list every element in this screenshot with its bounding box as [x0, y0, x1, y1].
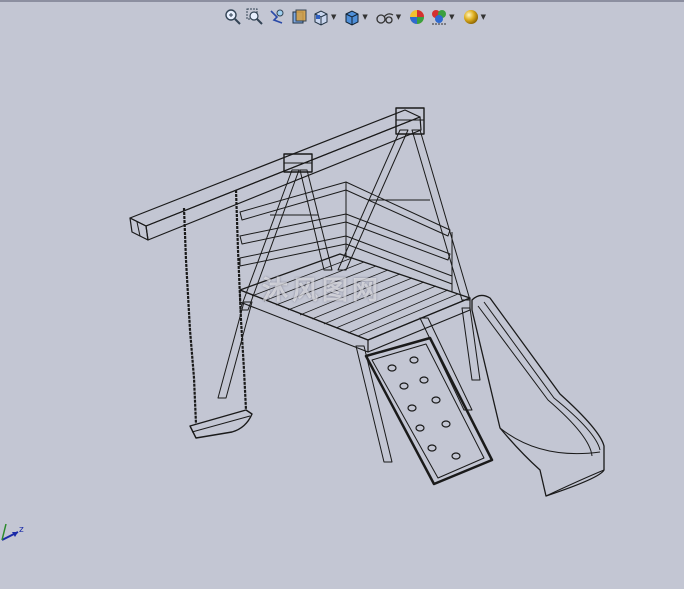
display-style-icon[interactable]: ▼	[343, 7, 370, 27]
zoom-to-area-icon[interactable]	[246, 7, 264, 27]
graphics-area[interactable]	[0, 28, 684, 589]
section-view-icon[interactable]	[290, 7, 308, 27]
coordinate-triad: z	[1, 523, 24, 541]
triad-z-label: z	[19, 525, 24, 535]
heads-up-view-toolbar: ▼ ▼ ▼ ▼ ▼	[224, 6, 489, 28]
hide-show-items-icon[interactable]: ▼	[375, 7, 404, 27]
zoom-to-fit-icon[interactable]	[224, 7, 242, 27]
previous-view-icon[interactable]	[268, 7, 286, 27]
view-settings-icon[interactable]: ▼	[462, 7, 489, 27]
chevron-down-icon[interactable]: ▼	[362, 13, 367, 21]
chevron-down-icon[interactable]: ▼	[481, 13, 486, 21]
watermark: 沐风图网	[262, 276, 383, 306]
chevron-down-icon[interactable]: ▼	[396, 13, 401, 21]
apply-scene-icon[interactable]: ▼	[430, 7, 457, 27]
window-top-border	[0, 0, 684, 2]
view-orientation-icon[interactable]: ▼	[312, 7, 339, 27]
chevron-down-icon[interactable]: ▼	[449, 13, 454, 21]
chevron-down-icon[interactable]: ▼	[331, 13, 336, 21]
edit-appearance-icon[interactable]	[408, 7, 426, 27]
